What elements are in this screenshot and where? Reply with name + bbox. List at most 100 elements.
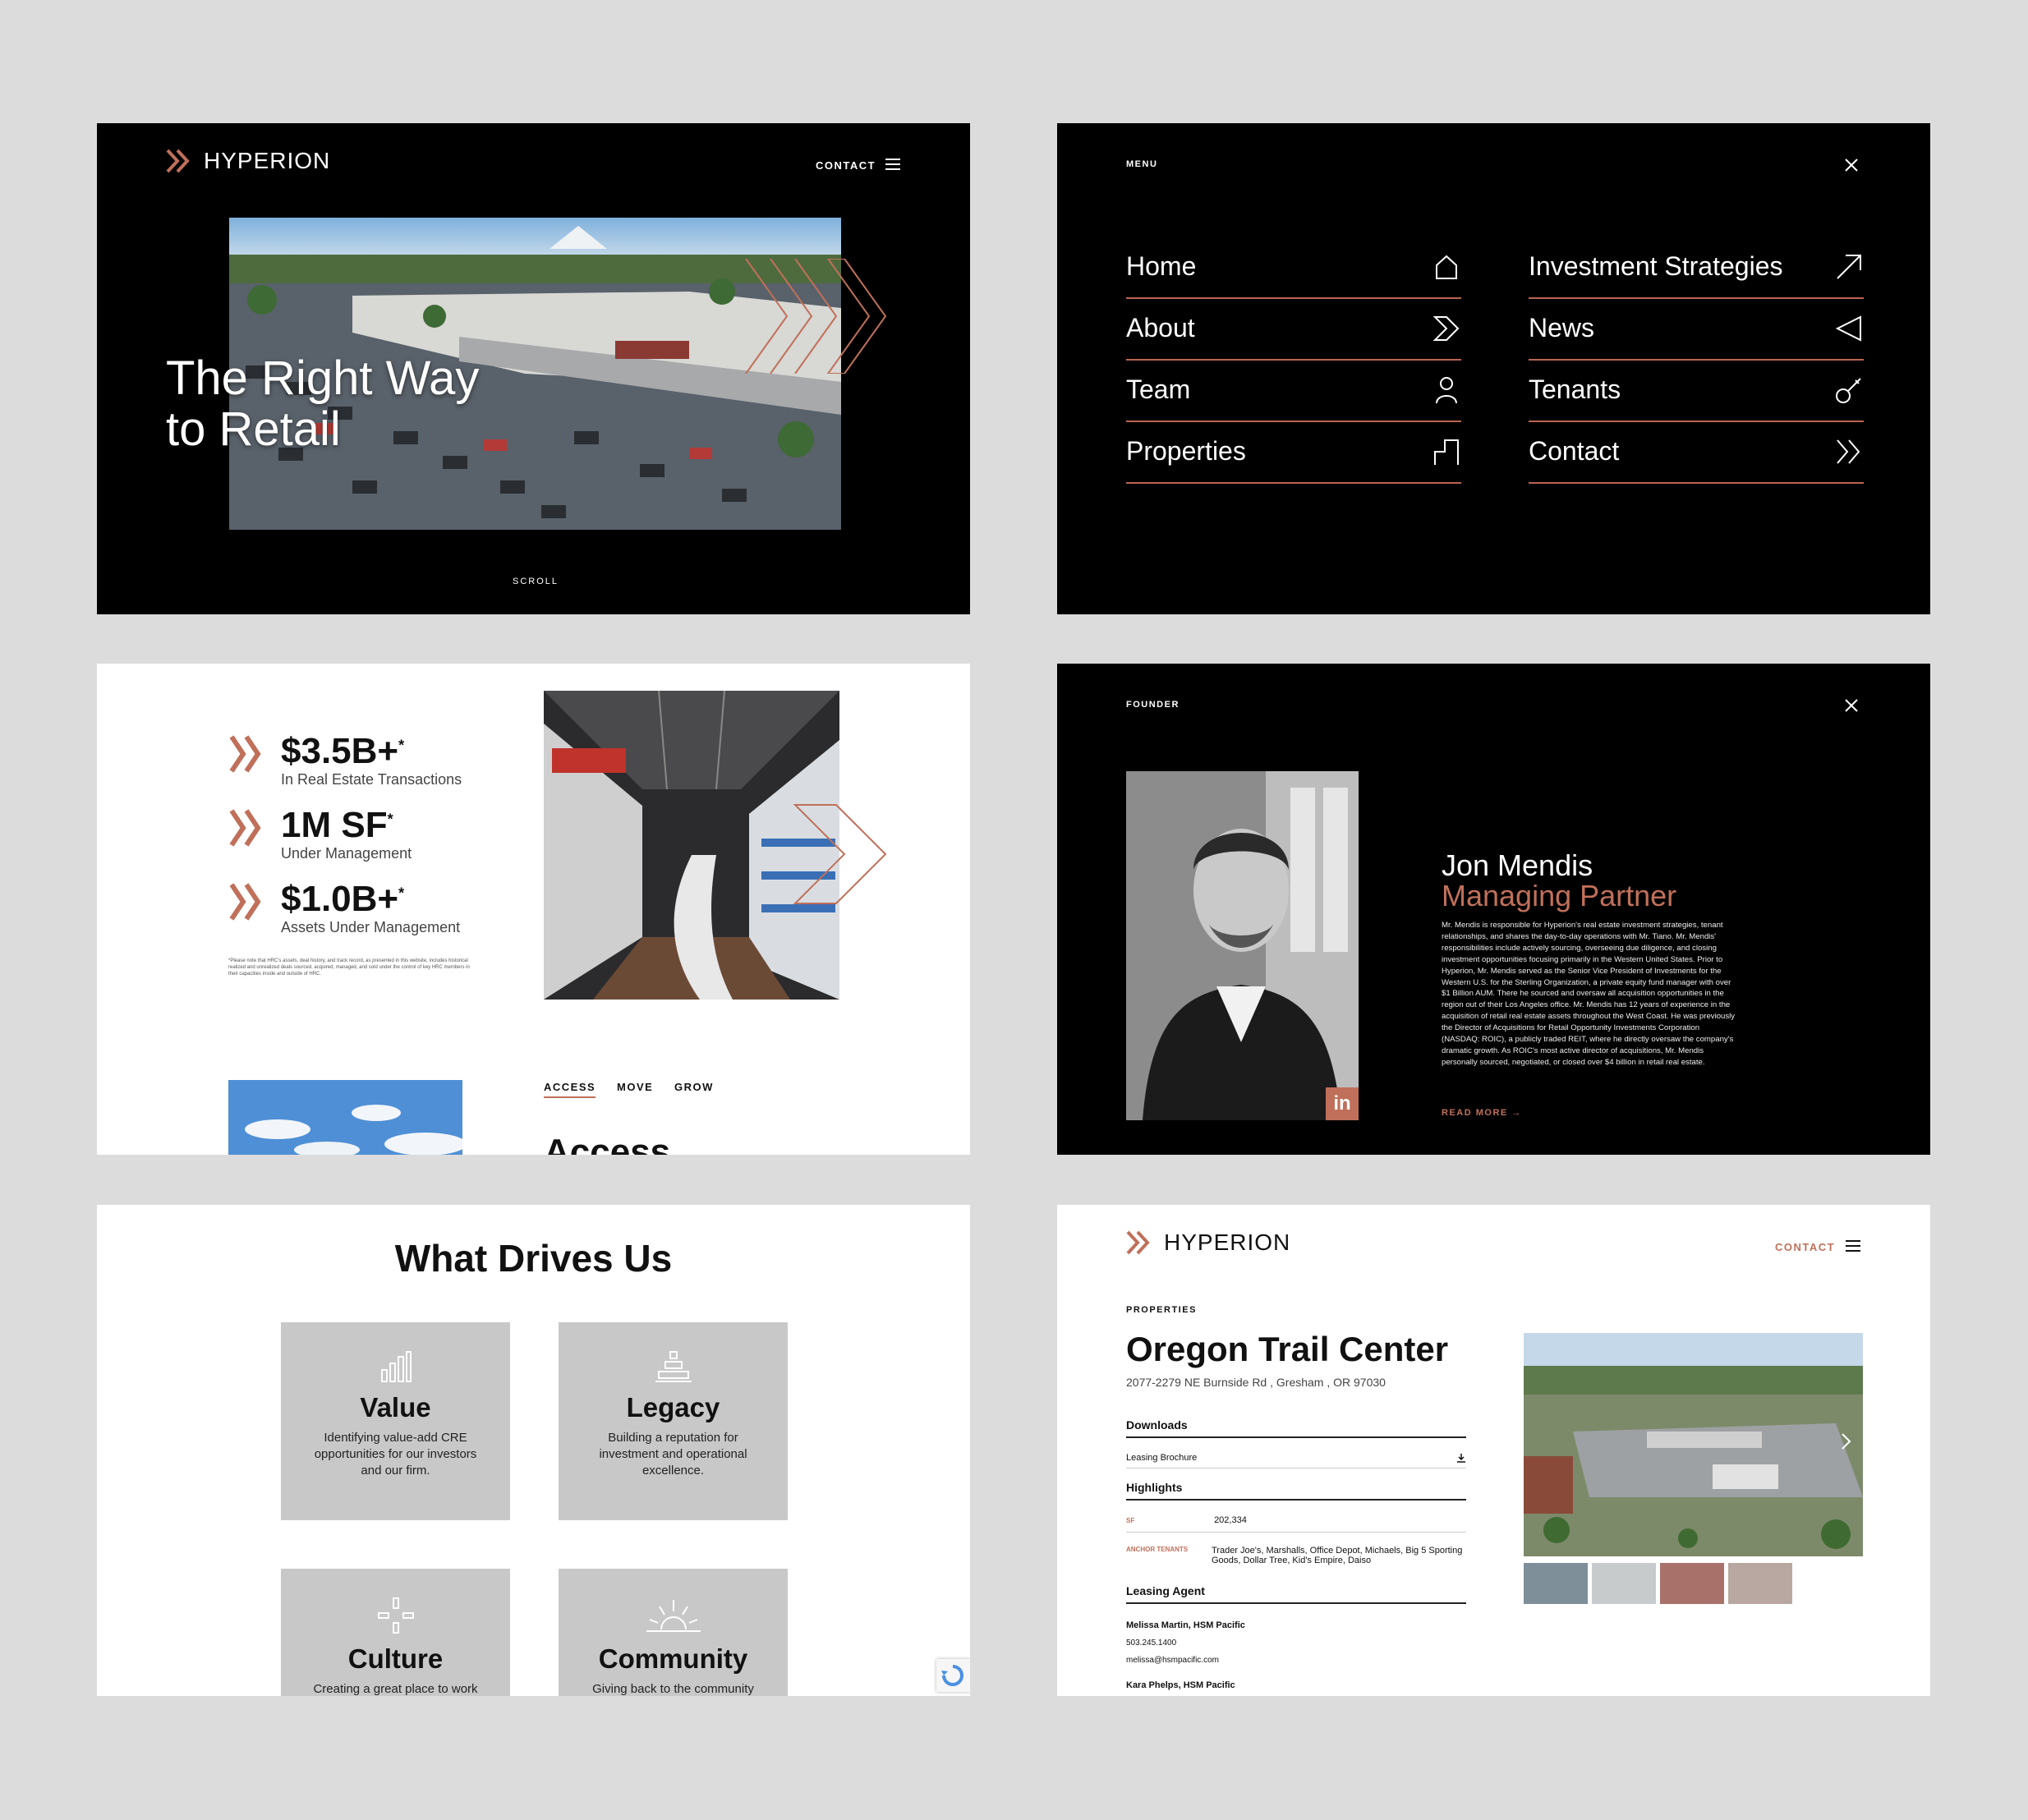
bar-chart-icon	[380, 1351, 412, 1382]
drives-heading: What Drives Us	[394, 1237, 673, 1280]
stat-value: $1.0B+*	[281, 879, 405, 919]
hero-headline: The Right Way to Retail	[166, 353, 479, 455]
card-title: Legacy	[626, 1392, 720, 1422]
hamburger-icon[interactable]	[885, 158, 904, 171]
close-icon[interactable]	[1844, 698, 1859, 713]
card-value: Value Identifying value-add CRE opportun…	[281, 1322, 510, 1520]
download-icon[interactable]	[1456, 1453, 1466, 1463]
stat-label: In Real Estate Transactions	[281, 771, 462, 788]
tab-move[interactable]: MOVE	[617, 1081, 653, 1093]
scroll-indicator[interactable]: SCROLL	[513, 577, 559, 586]
key-icon	[1836, 377, 1861, 403]
logo[interactable]: HYPERION	[1126, 1229, 1290, 1256]
pyramid-icon	[655, 1351, 692, 1382]
menu-item-about[interactable]: About	[1126, 297, 1461, 361]
logo-text: HYPERION	[204, 148, 331, 173]
agent-1-email[interactable]: melissa@hsmpacific.com	[1126, 1656, 1466, 1665]
menu-item-properties[interactable]: Properties	[1126, 421, 1461, 484]
linkedin-icon: in	[1333, 1092, 1351, 1115]
property-name: Oregon Trail Center	[1126, 1330, 1449, 1368]
double-chevron-icon	[229, 883, 261, 921]
stat-value: $3.5B+*	[281, 731, 405, 771]
read-more-link[interactable]: READ MORE →	[1442, 1108, 1522, 1118]
stat-label: Under Management	[281, 845, 412, 862]
downloads-heading: Downloads	[1126, 1418, 1466, 1438]
menu-item-label: Team	[1126, 375, 1191, 404]
card-title: Value	[360, 1392, 431, 1422]
stat-square-feet: 1M SF* Under Management	[228, 807, 412, 862]
menu-item-label: Home	[1126, 251, 1197, 281]
linkedin-button[interactable]: in	[1326, 1087, 1359, 1120]
menu-item-label: Properties	[1126, 436, 1246, 466]
highlight-anchor-row: ANCHOR TENANTS Trader Joe's, Marshalls, …	[1126, 1546, 1466, 1565]
founder-name: Jon Mendis	[1442, 848, 1593, 882]
highlight-value: 202,334	[1214, 1515, 1247, 1525]
menu-item-tenants[interactable]: Tenants	[1529, 359, 1864, 422]
menu-item-news[interactable]: News	[1529, 297, 1864, 361]
building-step-icon	[1434, 439, 1459, 465]
founder-portrait	[1126, 771, 1359, 1120]
card-culture: Culture Creating a great place to work	[281, 1569, 510, 1696]
double-chevron-icon	[229, 809, 261, 847]
thumbnail-4[interactable]	[1728, 1563, 1792, 1604]
hero-panel: HYPERION CONTACT The Right Way to Retail…	[97, 123, 970, 614]
card-description: Creating a great place to work	[313, 1682, 478, 1696]
sky-photo	[228, 1080, 462, 1155]
menu-item-contact[interactable]: Contact	[1529, 421, 1864, 484]
menu-item-label: Investment Strategies	[1529, 251, 1783, 281]
hero-chevron-graphic	[745, 259, 887, 374]
section-heading-access: Access	[544, 1132, 671, 1155]
logo-text: HYPERION	[1164, 1229, 1291, 1255]
card-description: Building a reputation for investment and…	[599, 1431, 747, 1478]
highlight-value: Trader Joe's, Marshalls, Office Depot, M…	[1212, 1546, 1463, 1565]
stat-value: 1M SF*	[281, 805, 393, 845]
download-row[interactable]: Leasing Brochure	[1126, 1453, 1466, 1468]
menu-item-label: Tenants	[1529, 375, 1621, 404]
thumbnail-3[interactable]	[1660, 1563, 1724, 1604]
recaptcha-badge[interactable]	[936, 1659, 970, 1692]
founder-bio: Mr. Mendis is responsible for Hyperion's…	[1442, 921, 1736, 1067]
card-description: Identifying value-add CRE opportunities …	[314, 1431, 477, 1478]
agent-1-name: Melissa Martin, HSM Pacific	[1126, 1620, 1245, 1630]
tab-access[interactable]: ACCESS	[544, 1081, 596, 1098]
sunrise-icon	[646, 1600, 701, 1632]
logo-chevrons-icon	[1126, 1230, 1150, 1255]
menu-item-home[interactable]: Home	[1126, 236, 1461, 299]
founder-label: FOUNDER	[1126, 700, 1180, 710]
card-community: Community Giving back to the community	[559, 1569, 788, 1696]
download-label: Leasing Brochure	[1126, 1453, 1198, 1463]
menu-item-label: Contact	[1529, 436, 1620, 466]
agent-1-phone[interactable]: 503.245.1400	[1126, 1638, 1466, 1648]
contact-link[interactable]: CONTACT	[1775, 1241, 1835, 1253]
stats-panel: $3.5B+* In Real Estate Transactions 1M S…	[97, 664, 970, 1155]
menu-item-investment-strategies[interactable]: Investment Strategies	[1529, 236, 1864, 299]
card-title: Culture	[347, 1643, 444, 1674]
hamburger-icon[interactable]	[1846, 1239, 1864, 1252]
home-icon	[1436, 255, 1457, 279]
menu-label: MENU	[1126, 159, 1158, 169]
tab-grow[interactable]: GROW	[674, 1081, 714, 1093]
card-description: Giving back to the community	[592, 1682, 754, 1696]
menu-item-team[interactable]: Team	[1126, 359, 1461, 422]
double-chevron-icon	[1837, 439, 1860, 464]
menu-panel: MENU Home About Team Properties Investme…	[1057, 123, 1930, 614]
logo[interactable]: HYPERION	[166, 148, 330, 174]
thumbnail-2[interactable]	[1592, 1563, 1656, 1604]
leasing-agent-heading: Leasing Agent	[1126, 1584, 1466, 1604]
property-address: 2077-2279 NE Burnside Rd , Gresham , OR …	[1126, 1376, 1386, 1389]
property-panel: HYPERION CONTACT PROPERTIES Oregon Trail…	[1057, 1205, 1930, 1696]
triangle-left-icon	[1835, 315, 1861, 342]
close-icon[interactable]	[1844, 158, 1859, 172]
menu-item-label: News	[1529, 313, 1595, 342]
menu-item-label: About	[1126, 313, 1195, 342]
logo-chevrons-icon	[166, 149, 190, 173]
stat-aum: $1.0B+* Assets Under Management	[228, 881, 460, 936]
highlight-label: SF	[1126, 1517, 1135, 1524]
breadcrumb[interactable]: PROPERTIES	[1126, 1305, 1197, 1315]
thumbnail-1[interactable]	[1524, 1563, 1588, 1604]
headline-line-2: to Retail	[166, 402, 341, 456]
contact-link[interactable]: CONTACT	[816, 159, 876, 172]
card-legacy: Legacy Building a reputation for investm…	[559, 1322, 788, 1520]
chevron-right-icon	[1432, 315, 1460, 341]
carousel-next-icon[interactable]	[1840, 1432, 1853, 1451]
